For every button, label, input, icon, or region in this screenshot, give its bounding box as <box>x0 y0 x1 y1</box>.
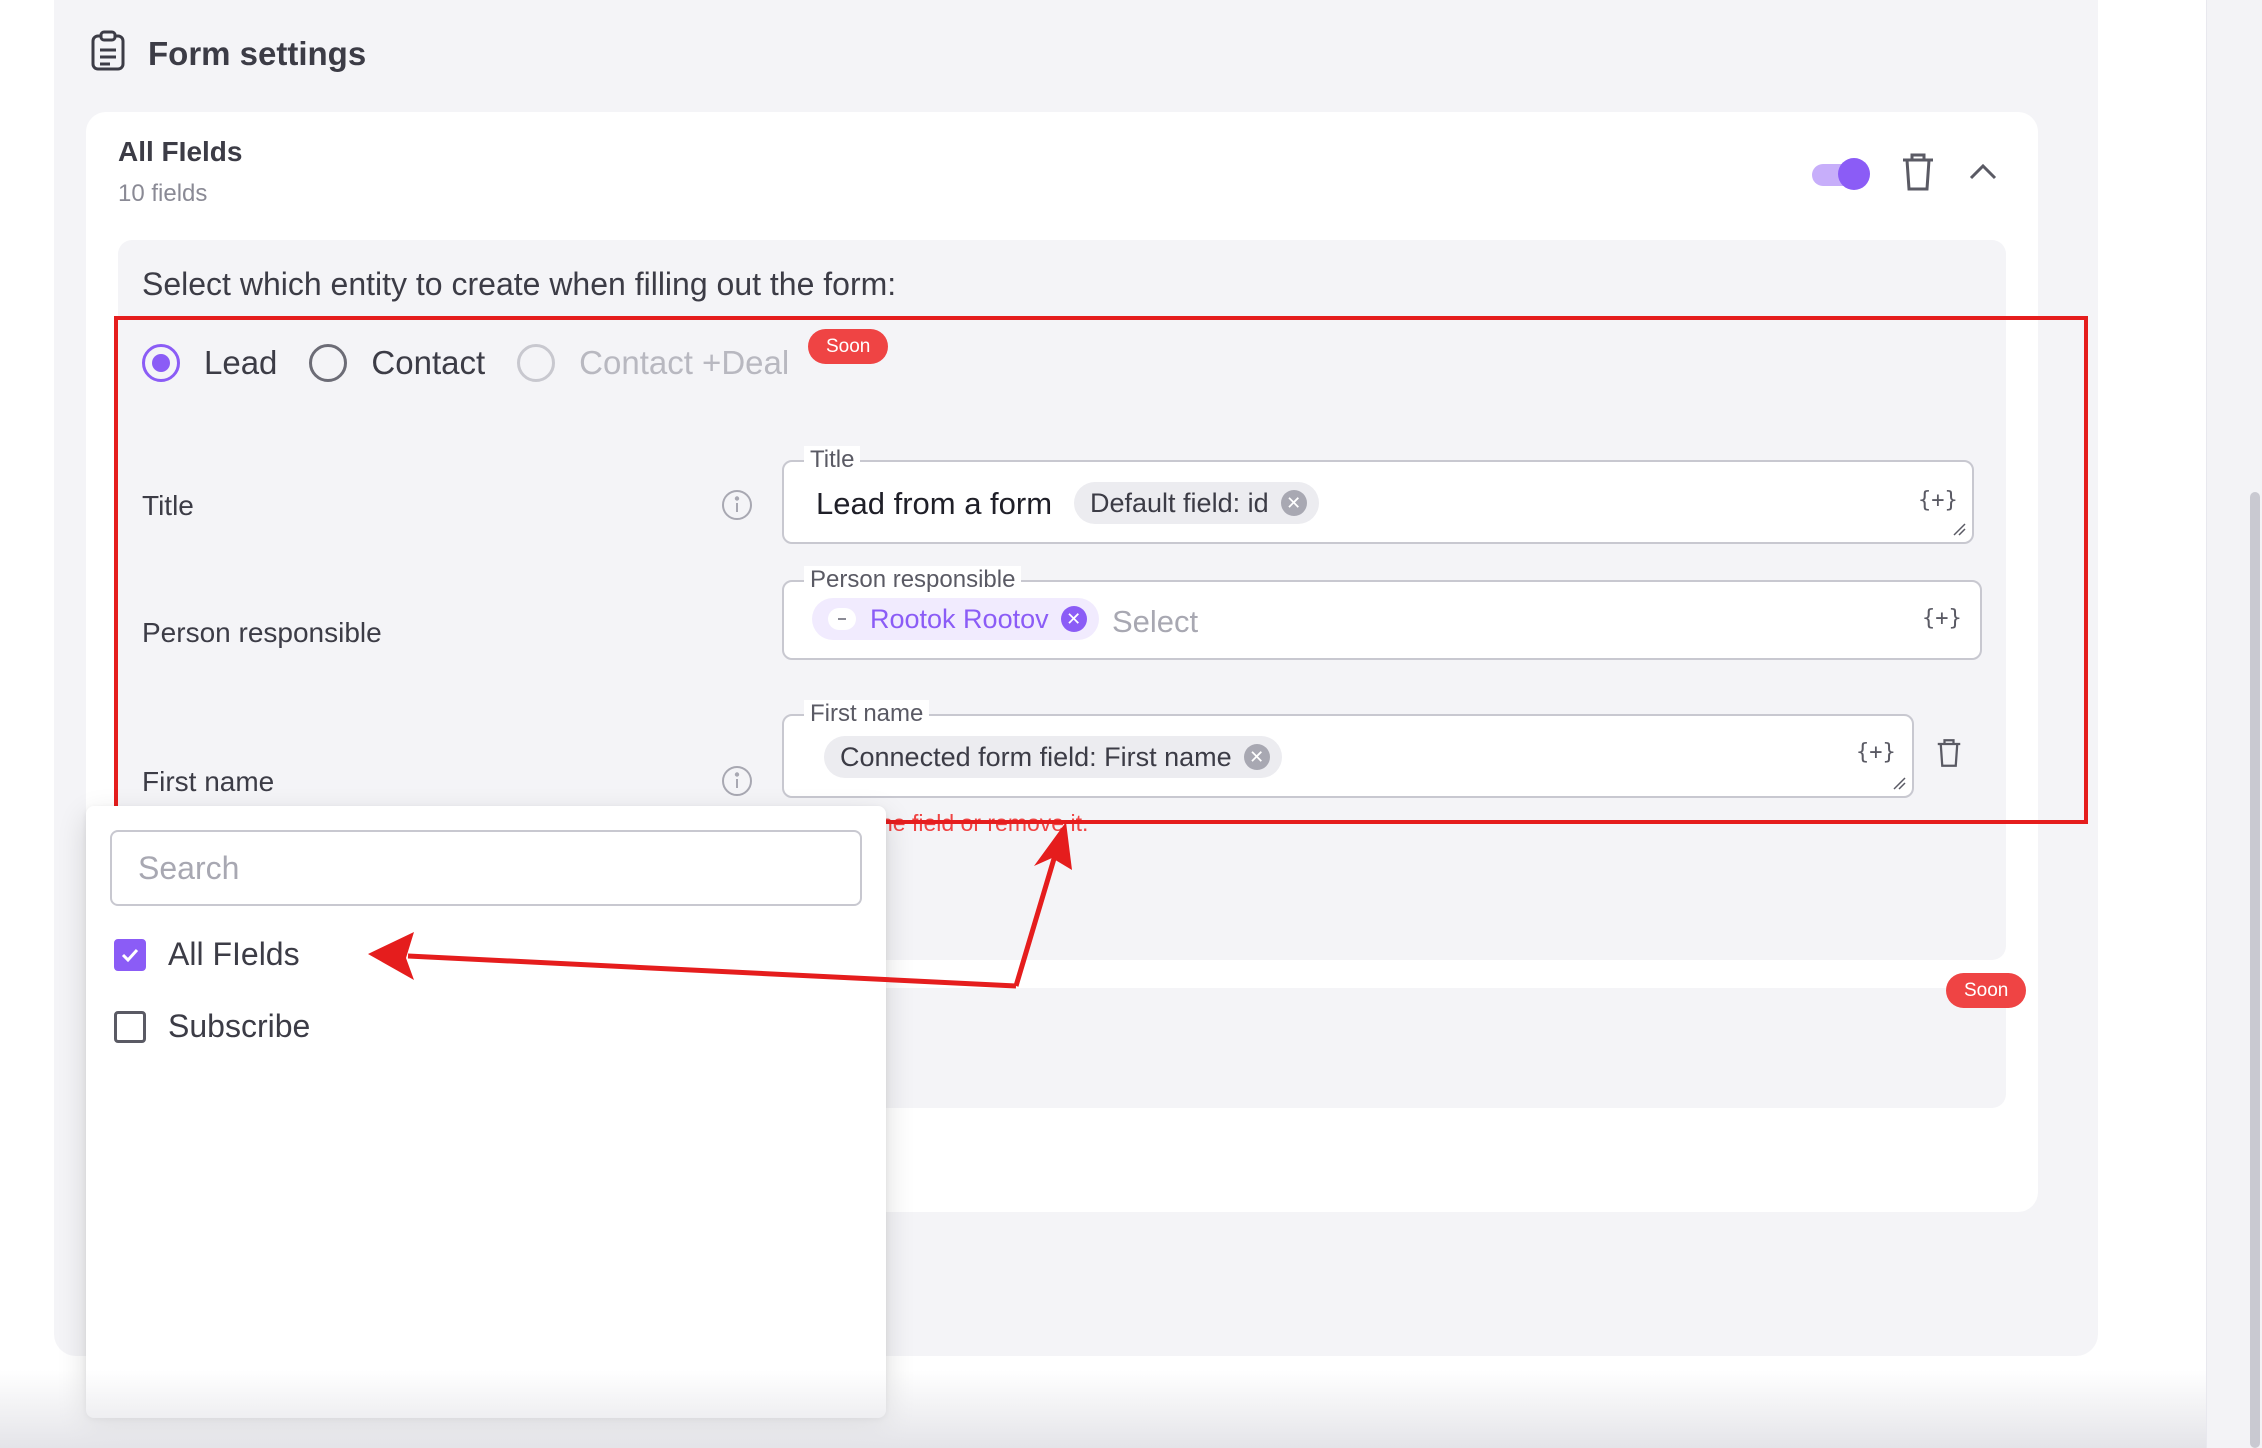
person-select-placeholder[interactable]: Select <box>1112 604 1198 640</box>
insert-variable-button[interactable]: {+} <box>1922 606 1962 631</box>
radio-lead[interactable] <box>142 344 180 382</box>
chip-remove-button[interactable]: ✕ <box>1243 744 1270 770</box>
radio-contact[interactable] <box>309 344 348 382</box>
row-label-person-responsible: Person responsible <box>142 617 382 648</box>
radio-label-lead: Lead <box>204 344 278 381</box>
row-label-first-name: First name <box>142 766 275 797</box>
checkbox-unchecked-icon[interactable] <box>114 1010 146 1043</box>
row-label-title: Title <box>142 490 194 521</box>
connected-field-chip: Connected form field: First name ✕ <box>824 736 1282 778</box>
insert-variable-button[interactable]: {+} <box>1918 488 1958 513</box>
soon-badge: Soon <box>1946 973 2027 1008</box>
first-name-error: ne field or remove it. <box>880 810 1089 836</box>
form-settings-header: Form settings <box>90 30 366 77</box>
entity-radio-group: Lead Contact Contact +Deal <box>142 344 821 382</box>
person-responsible-legend: Person responsible <box>804 566 1022 594</box>
delete-first-name-button[interactable] <box>1934 738 1964 768</box>
first-name-field[interactable]: First name Connected form field: First n… <box>782 700 1914 798</box>
default-field-chip: Default field: id ✕ <box>1074 482 1319 524</box>
clipboard-icon <box>90 30 126 77</box>
person-chip-label: Rootok Rootov <box>870 603 1049 634</box>
page-title: Form settings <box>148 34 367 72</box>
person-chip: Rootok Rootov ✕ <box>812 598 1099 640</box>
title-field-text: Lead from a form <box>816 486 1053 521</box>
trash-icon <box>1937 739 1961 767</box>
section-title: All FIelds <box>118 136 243 167</box>
checkbox-checked-icon[interactable] <box>114 938 146 971</box>
resize-handle-icon[interactable] <box>1892 776 1906 790</box>
dropdown-search-input[interactable] <box>110 830 862 906</box>
section-toggle[interactable] <box>1810 156 1872 190</box>
dropdown-option-label: All FIelds <box>168 936 300 972</box>
radio-contact-deal <box>517 344 556 382</box>
default-field-chip-label: Default field: id <box>1090 487 1269 518</box>
radio-label-contact-deal: Contact +Deal <box>579 344 790 381</box>
form-select-dropdown: All FIelds Subscribe <box>86 806 886 1418</box>
connected-field-chip-label: Connected form field: First name <box>840 741 1232 772</box>
title-field-legend: Title <box>804 446 861 474</box>
person-responsible-field[interactable]: Person responsible Rootok Rootov ✕ Selec… <box>782 566 1982 660</box>
avatar <box>828 608 856 630</box>
insert-variable-button[interactable]: {+} <box>1856 740 1896 765</box>
collapse-section-button[interactable] <box>1966 160 2000 184</box>
dropdown-option-label: Subscribe <box>168 1008 311 1044</box>
info-icon[interactable] <box>721 765 753 797</box>
soon-badge: Soon <box>808 329 889 364</box>
bottom-fade <box>0 1370 2206 1448</box>
resize-handle-icon[interactable] <box>1952 522 1966 536</box>
chip-remove-button[interactable]: ✕ <box>1060 606 1087 632</box>
scrollbar-thumb[interactable] <box>2250 492 2260 1448</box>
trash-icon <box>1903 153 1933 191</box>
first-name-legend: First name <box>804 700 930 728</box>
radio-label-contact: Contact <box>371 344 486 381</box>
info-icon[interactable] <box>721 489 753 521</box>
delete-section-button[interactable] <box>1900 152 1936 192</box>
dropdown-option-subscribe[interactable]: Subscribe <box>114 1008 310 1045</box>
title-field[interactable]: Title Lead from a form Default field: id… <box>782 446 1974 544</box>
entity-prompt: Select which entity to create when filli… <box>142 266 897 302</box>
section-field-count: 10 fields <box>118 180 208 207</box>
chip-remove-button[interactable]: ✕ <box>1280 490 1307 516</box>
dropdown-option-all-fields[interactable]: All FIelds <box>114 936 300 973</box>
chevron-up-icon <box>1969 163 1997 180</box>
